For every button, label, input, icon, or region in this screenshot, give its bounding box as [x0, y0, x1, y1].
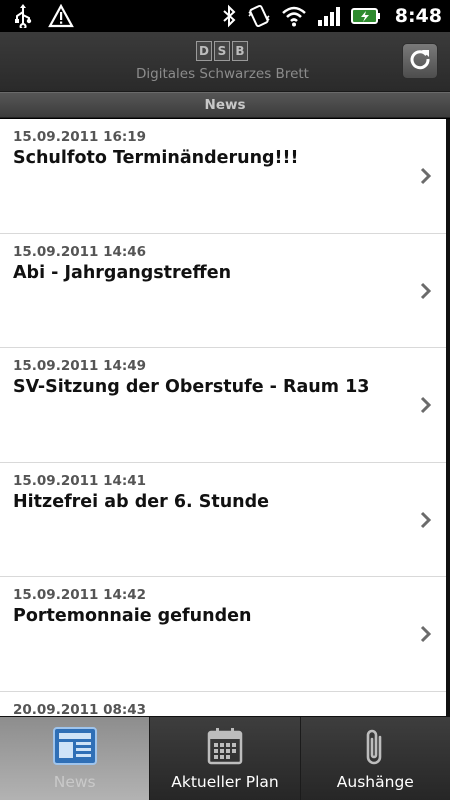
- signal-icon: [317, 5, 341, 27]
- tab-label: Aktueller Plan: [171, 773, 279, 791]
- tab-aushaenge[interactable]: Aushänge: [299, 717, 450, 800]
- refresh-icon: [408, 47, 432, 75]
- chevron-right-icon: [420, 282, 432, 304]
- chevron-right-icon: [420, 167, 432, 189]
- battery-icon: [350, 6, 381, 26]
- scrollbar[interactable]: [446, 119, 450, 716]
- wifi-icon: [281, 5, 307, 27]
- news-date: 20.09.2011 08:43: [13, 701, 147, 717]
- warning-icon: [48, 4, 74, 28]
- vibrate-icon: [247, 4, 271, 28]
- dsb-logo: D S B: [196, 41, 248, 61]
- app-header: D S B Digitales Schwarzes Brett: [0, 32, 450, 92]
- refresh-button[interactable]: [402, 43, 438, 79]
- news-date: 15.09.2011 14:46: [13, 243, 147, 260]
- tab-aktueller-plan[interactable]: Aktueller Plan: [149, 717, 300, 800]
- chevron-right-icon: [420, 625, 432, 647]
- logo-letter-d: D: [196, 41, 212, 61]
- news-title: Portemonnaie gefunden: [13, 606, 252, 626]
- news-date: 15.09.2011 14:41: [13, 472, 147, 489]
- news-item[interactable]: 15.09.2011 14:42 Portemonnaie gefunden: [0, 577, 446, 692]
- logo-letter-b: B: [232, 41, 248, 61]
- news-title: Schulfoto Terminänderung!!!: [13, 148, 299, 168]
- news-item[interactable]: 15.09.2011 16:19 Schulfoto Terminänderun…: [0, 119, 446, 234]
- news-item[interactable]: 15.09.2011 14:46 Abi - Jahrgangstreffen: [0, 233, 446, 348]
- chevron-right-icon: [420, 396, 432, 418]
- tab-label: Aushänge: [336, 773, 414, 791]
- status-bar: 8:48: [0, 0, 450, 32]
- news-item[interactable]: 15.09.2011 14:49 SV-Sitzung der Oberstuf…: [0, 348, 446, 463]
- chevron-right-icon: [420, 511, 432, 533]
- news-date: 15.09.2011 14:49: [13, 358, 147, 374]
- bluetooth-icon: [221, 4, 237, 28]
- news-item[interactable]: 20.09.2011 08:43: [0, 691, 446, 717]
- calendar-icon: [150, 727, 299, 765]
- paperclip-icon: [301, 727, 450, 767]
- tab-label: News: [53, 773, 96, 791]
- tab-news[interactable]: News: [0, 717, 150, 800]
- bottom-tab-bar: News Aktueller Plan Aushänge: [0, 716, 450, 800]
- clock: 8:48: [394, 5, 442, 27]
- section-title: News: [0, 92, 450, 118]
- logo-letter-s: S: [214, 41, 230, 61]
- news-title: Hitzefrei ab der 6. Stunde: [13, 491, 270, 512]
- news-item[interactable]: 15.09.2011 14:41 Hitzefrei ab der 6. Stu…: [0, 462, 446, 577]
- app-subtitle: Digitales Schwarzes Brett: [136, 66, 309, 82]
- news-list[interactable]: 15.09.2011 16:19 Schulfoto Terminänderun…: [0, 119, 446, 716]
- news-date: 15.09.2011 14:42: [13, 587, 147, 603]
- newspaper-icon: [0, 727, 149, 765]
- news-title: SV-Sitzung der Oberstufe - Raum 13: [13, 377, 370, 397]
- usb-icon: [12, 4, 34, 28]
- news-date: 15.09.2011 16:19: [13, 129, 147, 145]
- news-title: Abi - Jahrgangstreffen: [13, 262, 232, 283]
